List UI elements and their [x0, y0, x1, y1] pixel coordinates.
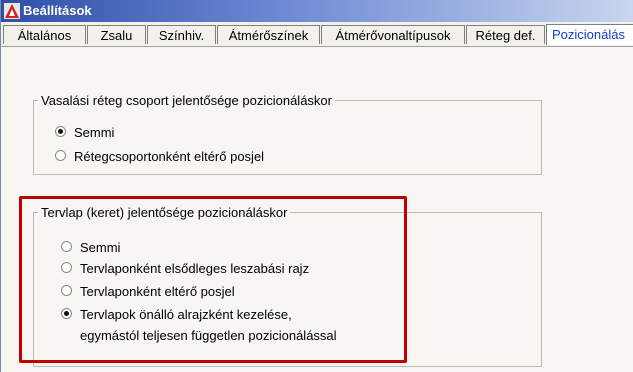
tab-reteg-def[interactable]: Réteg def. [466, 25, 545, 44]
radio-button[interactable] [55, 126, 66, 137]
group1-option-retegcsoportonkent[interactable]: Rétegcsoportonként eltérő posjel [55, 148, 264, 165]
group1-legend: Vasalási réteg csoport jelentősége pozic… [41, 93, 332, 108]
title-bar[interactable]: Beállítások [1, 0, 633, 22]
group1-option-semmi[interactable]: Semmi [55, 124, 114, 141]
settings-window: Beállítások Általános Zsalu Színhiv. Átm… [0, 0, 633, 372]
tab-pozicionalas[interactable]: Pozicionálás [546, 24, 633, 45]
tab-atmerovonaltipusok[interactable]: Átmérővonaltípusok [321, 25, 465, 44]
app-logo-icon [4, 3, 20, 19]
tab-atmeroszinek[interactable]: Átmérőszínek [217, 25, 320, 44]
window-title: Beállítások [23, 3, 92, 18]
radio-label: Rétegcsoportonként eltérő posjel [74, 149, 265, 164]
highlight-box [19, 196, 407, 363]
radio-button[interactable] [55, 150, 66, 161]
tab-zsalu[interactable]: Zsalu [87, 25, 146, 44]
radio-label: Semmi [74, 125, 115, 140]
tab-szinhiv[interactable]: Színhiv. [147, 25, 216, 44]
tab-bar: Általános Zsalu Színhiv. Átmérőszínek Át… [1, 22, 633, 47]
tab-altalanos[interactable]: Általános [3, 25, 86, 44]
